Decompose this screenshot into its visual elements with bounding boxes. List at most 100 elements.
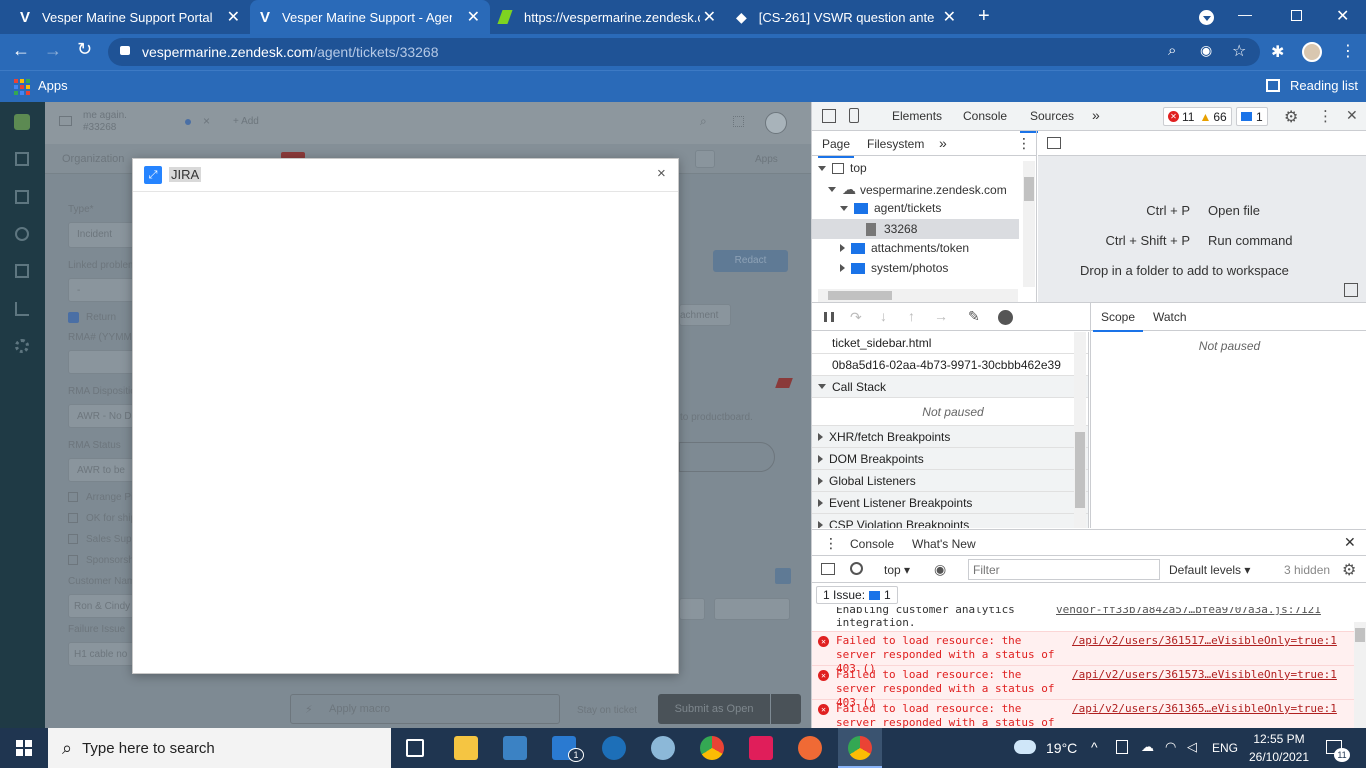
console-settings-icon[interactable]: ⚙ xyxy=(1342,560,1356,580)
step-over-icon[interactable]: ↷ xyxy=(850,309,862,326)
tab-agent[interactable]: V Vesper Marine Support - Agent ✕ xyxy=(250,0,490,34)
add-tab-button[interactable]: + Add xyxy=(233,116,259,127)
arrange-pickup-checkbox[interactable] xyxy=(68,492,78,502)
issues-button[interactable]: 1 Issue: 1 xyxy=(816,586,898,604)
minimize-icon[interactable]: — xyxy=(1238,6,1252,22)
return-checkbox[interactable] xyxy=(68,312,79,323)
next-arrow-button[interactable] xyxy=(695,150,715,168)
reading-list-link[interactable]: Reading list xyxy=(1290,78,1358,93)
file-item[interactable]: 0b8a5d16-02aa-4b73-9971-30cbbb462e39 xyxy=(812,354,1088,376)
tree-item-top[interactable]: top xyxy=(818,161,867,175)
drawer-menu-icon[interactable]: ⋮ xyxy=(824,535,838,552)
weather-icon[interactable] xyxy=(1014,740,1036,754)
drawer-tab-whats-new[interactable]: What's New xyxy=(912,537,976,551)
photos-icon[interactable] xyxy=(651,736,675,760)
close-window-icon[interactable]: ✕ xyxy=(1336,6,1349,26)
error-source-link[interactable]: /api/v2/users/361573…eVisibleOnly=true:1 xyxy=(1072,668,1337,699)
language-indicator[interactable]: ENG xyxy=(1212,741,1238,755)
error-source-link[interactable]: /api/v2/users/361517…eVisibleOnly=true:1 xyxy=(1072,634,1337,665)
clock-time[interactable]: 12:55 PM xyxy=(1248,732,1310,746)
tree-item-domain[interactable]: ☁ vespermarine.zendesk.com xyxy=(828,181,1007,198)
tab-console[interactable]: Console xyxy=(963,109,1007,123)
global-listeners-header[interactable]: Global Listeners xyxy=(812,470,1088,492)
app-icon[interactable] xyxy=(775,568,791,584)
customers-icon[interactable] xyxy=(15,227,29,241)
reading-list-icon[interactable] xyxy=(1266,79,1280,92)
close-drawer-icon[interactable]: ✕ xyxy=(1344,534,1356,551)
debugger-sidebar-scrollbar[interactable] xyxy=(1074,332,1086,528)
forward-icon[interactable]: → xyxy=(44,40,62,61)
tab-filesystem[interactable]: Filesystem xyxy=(867,137,924,151)
tab-support-portal[interactable]: V Vesper Marine Support Portal ✕ xyxy=(0,0,250,34)
modal-close-button[interactable]: × xyxy=(657,165,666,182)
toggle-navigator-icon[interactable] xyxy=(1047,137,1061,149)
console-scrollbar[interactable] xyxy=(1354,622,1366,728)
step-into-icon[interactable]: ↓ xyxy=(880,308,887,324)
devtools-menu-icon[interactable]: ⋮ xyxy=(1318,107,1333,125)
tab-elements[interactable]: Elements xyxy=(892,109,942,123)
apps-button[interactable]: Apps xyxy=(755,154,778,165)
tab-zendesk-url[interactable]: https://vespermarine.zendesk.com ✕ xyxy=(490,0,726,34)
bookmark-star-icon[interactable]: ☆ xyxy=(1232,41,1246,61)
product-tray-icon[interactable] xyxy=(733,116,744,127)
clear-console-icon[interactable] xyxy=(850,562,863,575)
drawer-tab-console[interactable]: Console xyxy=(842,530,903,558)
apply-macro-dropdown[interactable]: ⚡ Apply macro xyxy=(290,694,560,724)
tray-expand-icon[interactable]: ^ xyxy=(1091,739,1098,755)
back-icon[interactable]: ← xyxy=(12,40,30,61)
organizations-icon[interactable] xyxy=(15,264,29,278)
call-stack-header[interactable]: Call Stack xyxy=(812,376,1088,398)
close-devtools-icon[interactable]: ✕ xyxy=(1346,107,1358,124)
close-tab-icon[interactable]: ✕ xyxy=(703,7,716,27)
live-expression-eye-icon[interactable]: ◉ xyxy=(934,561,946,578)
step-icon[interactable]: → xyxy=(934,308,948,324)
issues-counter[interactable]: ✕ 11 ▲ 66 xyxy=(1163,107,1232,126)
profile-avatar[interactable] xyxy=(1302,42,1322,62)
extensions-icon[interactable]: ✱ xyxy=(1271,42,1284,62)
device-toolbar-icon[interactable] xyxy=(849,108,859,123)
more-nav-icon[interactable]: » xyxy=(939,135,947,151)
tab-page[interactable]: Page xyxy=(818,131,855,158)
views-icon[interactable] xyxy=(15,190,29,204)
sales-support-checkbox[interactable] xyxy=(68,534,78,544)
error-source-link[interactable]: /api/v2/users/361365…eVisibleOnly=true:1 xyxy=(1072,702,1337,728)
clock-date[interactable]: 26/10/2021 xyxy=(1244,750,1314,764)
messages-counter[interactable]: 1 xyxy=(1236,107,1268,126)
tracking-icon[interactable]: ◉ xyxy=(1200,42,1212,59)
teamviewer-icon[interactable] xyxy=(602,736,626,760)
reporting-icon[interactable] xyxy=(15,302,29,316)
chrome-icon[interactable] xyxy=(700,736,724,760)
restore-icon[interactable] xyxy=(1291,10,1302,21)
tree-scrollbar[interactable] xyxy=(1023,161,1035,287)
context-selector[interactable]: top ▾ xyxy=(884,563,910,577)
tab-jira-issue[interactable]: ◆ [CS-261] VSWR question antenna ✕ xyxy=(726,0,966,34)
tree-item-photos[interactable]: system/photos xyxy=(840,261,948,275)
close-tab-icon[interactable]: ✕ xyxy=(467,7,480,27)
inspect-icon[interactable] xyxy=(822,109,836,123)
close-tab-icon[interactable]: ✕ xyxy=(943,7,956,27)
slack-icon[interactable] xyxy=(749,736,773,760)
nav-menu-icon[interactable]: ⋮ xyxy=(1017,135,1031,152)
settings-gear-icon[interactable]: ⚙ xyxy=(1284,107,1298,127)
agent-avatar[interactable] xyxy=(765,112,787,134)
csp-breakpoints-header[interactable]: CSP Violation Breakpoints xyxy=(812,514,1088,528)
breadcrumb[interactable]: Organization xyxy=(62,153,124,165)
ticket-tab-title[interactable]: me again. xyxy=(83,110,127,121)
tray-app-icon[interactable] xyxy=(1116,740,1128,754)
search-icon[interactable]: ⌕ xyxy=(700,114,707,129)
sponsorship-checkbox[interactable] xyxy=(68,555,78,565)
deactivate-breakpoints-icon[interactable]: ✎ xyxy=(968,308,980,325)
admin-gear-icon[interactable] xyxy=(15,339,29,353)
tab-sources[interactable]: Sources xyxy=(1020,102,1085,133)
console-sidebar-icon[interactable] xyxy=(821,563,835,575)
submit-button[interactable]: Submit as Open xyxy=(658,694,770,724)
chrome-active-taskbar-item[interactable] xyxy=(838,728,882,768)
productboard-button[interactable] xyxy=(679,442,775,472)
tree-item-attachments[interactable]: attachments/token xyxy=(840,241,969,255)
apply-button[interactable] xyxy=(714,598,790,620)
apps-grid-icon[interactable] xyxy=(14,79,30,95)
log-levels-dropdown[interactable]: Default levels ▾ xyxy=(1169,563,1250,577)
new-tab-button[interactable]: + xyxy=(978,5,990,28)
tree-item-33268[interactable]: 33268 xyxy=(812,219,1019,239)
tab-search-icon[interactable] xyxy=(1199,10,1214,25)
